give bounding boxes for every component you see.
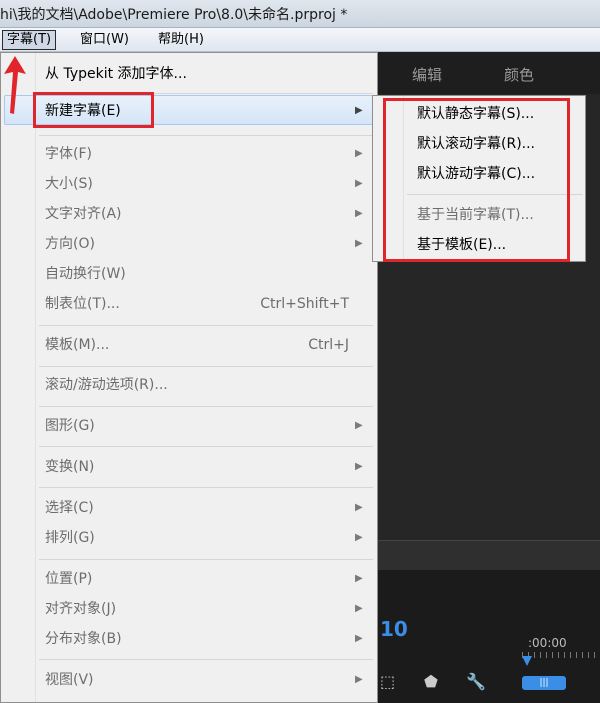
menu-separator bbox=[39, 559, 373, 560]
menu-bar: 字幕(T) 窗口(W) 帮助(H) bbox=[0, 28, 600, 52]
menu-window[interactable]: 窗口(W) bbox=[76, 30, 133, 50]
submenu-arrow-icon: ▶ bbox=[355, 420, 363, 431]
menu-separator bbox=[39, 487, 373, 488]
shortcut-templates: Ctrl+J bbox=[308, 337, 349, 353]
menu-item-word-wrap[interactable]: 自动换行(W) bbox=[45, 261, 126, 287]
annotation-box-submenu bbox=[383, 98, 570, 262]
submenu-arrow-icon: ▶ bbox=[355, 461, 363, 472]
menu-separator bbox=[39, 366, 373, 367]
timecode-display[interactable]: 10 bbox=[380, 617, 408, 641]
selection-tool-icon[interactable]: ⬚ bbox=[380, 672, 395, 691]
menu-item-text-align[interactable]: 文字对齐(A) bbox=[45, 201, 122, 227]
menu-item-view[interactable]: 视图(V) bbox=[45, 667, 94, 693]
menu-gutter bbox=[1, 53, 36, 702]
menu-item-distribute-objects[interactable]: 分布对象(B) bbox=[45, 626, 122, 652]
menu-separator bbox=[39, 406, 373, 407]
menu-item-roll-crawl[interactable]: 滚动/游动选项(R)... bbox=[45, 372, 168, 398]
submenu-arrow-icon: ▶ bbox=[355, 178, 363, 189]
ruler-time: :00:00 bbox=[528, 636, 567, 650]
menu-item-size[interactable]: 大小(S) bbox=[45, 171, 93, 197]
time-ruler[interactable] bbox=[522, 652, 600, 658]
menu-item-transform[interactable]: 变换(N) bbox=[45, 454, 94, 480]
submenu-arrow-icon: ▶ bbox=[355, 532, 363, 543]
panel-divider bbox=[376, 540, 600, 571]
submenu-arrow-icon: ▶ bbox=[355, 573, 363, 584]
menu-item-arrange[interactable]: 排列(G) bbox=[45, 525, 95, 551]
menu-item-orientation[interactable]: 方向(O) bbox=[45, 231, 95, 257]
tab-edit[interactable]: 编辑 bbox=[412, 64, 442, 85]
submenu-arrow-icon: ▶ bbox=[355, 674, 363, 685]
menu-separator bbox=[39, 135, 373, 136]
tab-color[interactable]: 颜色 bbox=[504, 64, 534, 85]
menu-item-typekit[interactable]: 从 Typekit 添加字体... bbox=[45, 61, 187, 87]
marker-icon[interactable]: ⬟ bbox=[424, 672, 438, 691]
menu-title[interactable]: 字幕(T) bbox=[2, 30, 57, 50]
menu-item-font[interactable]: 字体(F) bbox=[45, 141, 92, 167]
window-title: hi\我的文档\Adobe\Premiere Pro\8.0\未命名.prpro… bbox=[0, 7, 348, 23]
submenu-arrow-icon: ▶ bbox=[355, 633, 363, 644]
work-area-bar[interactable]: ||| bbox=[522, 676, 566, 690]
menu-item-position[interactable]: 位置(P) bbox=[45, 566, 92, 592]
wrench-icon[interactable]: 🔧 bbox=[466, 672, 486, 691]
menu-separator bbox=[39, 325, 373, 326]
annotation-box-new-title bbox=[33, 92, 154, 128]
submenu-arrow-icon: ▶ bbox=[355, 238, 363, 249]
submenu-arrow-icon: ▶ bbox=[355, 208, 363, 219]
red-arrow-icon bbox=[4, 56, 26, 114]
submenu-arrow-icon: ▶ bbox=[355, 603, 363, 614]
menu-item-graphic[interactable]: 图形(G) bbox=[45, 413, 95, 439]
menu-item-select[interactable]: 选择(C) bbox=[45, 495, 94, 521]
submenu-arrow-icon: ▶ bbox=[355, 148, 363, 159]
menu-item-tab-stops[interactable]: 制表位(T)... bbox=[45, 291, 120, 317]
submenu-arrow-icon: ▶ bbox=[355, 502, 363, 513]
menu-help[interactable]: 帮助(H) bbox=[154, 30, 208, 50]
submenu-arrow-icon: ▶ bbox=[355, 105, 363, 116]
menu-item-templates[interactable]: 模板(M)... bbox=[45, 332, 109, 358]
workspace-tabs: 编辑 颜色 bbox=[376, 52, 600, 95]
shortcut-tab-stops: Ctrl+Shift+T bbox=[260, 296, 349, 312]
title-bar: hi\我的文档\Adobe\Premiere Pro\8.0\未命名.prpro… bbox=[0, 0, 600, 28]
menu-separator bbox=[39, 659, 373, 660]
title-dropdown-menu: 从 Typekit 添加字体... 新建字幕(E) ▶ 字体(F) ▶ 大小(S… bbox=[0, 52, 378, 703]
menu-separator bbox=[39, 446, 373, 447]
menu-item-align-objects[interactable]: 对齐对象(J) bbox=[45, 596, 116, 622]
